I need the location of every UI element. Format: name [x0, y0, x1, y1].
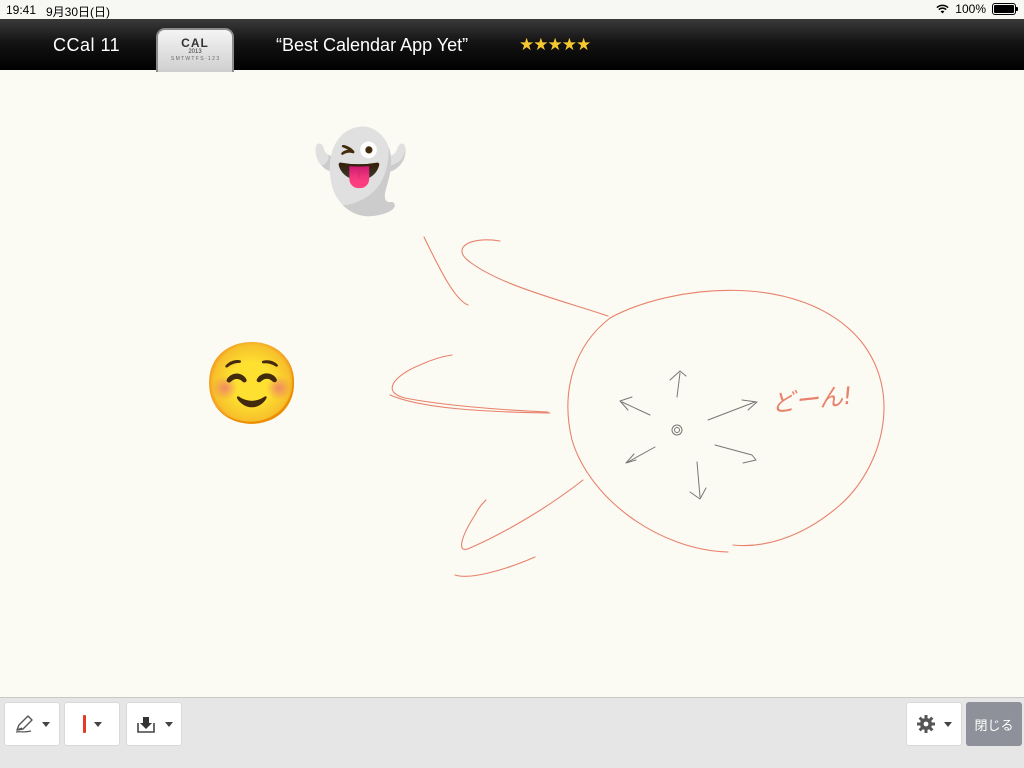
gear-icon	[917, 715, 935, 733]
ad-app-name[interactable]: CCal 11	[53, 35, 120, 56]
chevron-down-icon	[944, 721, 952, 727]
star-rating: ★★★★★	[519, 35, 591, 54]
doon-handwriting: どーん!	[770, 382, 854, 418]
status-time: 19:41	[6, 3, 37, 17]
arrow-down-left-stroke	[625, 446, 656, 464]
chevron-down-icon	[42, 721, 50, 727]
save-export-button[interactable]	[126, 702, 182, 746]
pencil-icon	[15, 715, 33, 733]
status-right: 100%	[936, 2, 1018, 16]
calendar-icon-label: CAL	[181, 36, 209, 50]
pen-color-swatch	[82, 715, 86, 733]
ad-banner[interactable]: CCal 11 CAL 2013 S M T W T F S · 1 2 3 “…	[0, 19, 1024, 72]
freehand-drawing: どーん!	[389, 236, 885, 577]
download-tray-icon	[137, 717, 155, 733]
wifi-icon	[936, 4, 949, 14]
close-button[interactable]: 閉じる	[966, 702, 1022, 746]
body-circle-lower-stroke	[567, 317, 729, 553]
bottom-toolbar: 閉じる	[0, 697, 1024, 768]
arrow-down-stroke	[689, 461, 707, 500]
chevron-down-icon	[165, 721, 173, 727]
chevron-down-icon	[93, 721, 102, 727]
body-circle-stroke	[609, 289, 885, 547]
arrow-right-stroke	[707, 399, 758, 421]
calendar-icon-grid: S M T W T F S · 1 2 3	[170, 56, 220, 62]
pen-tool-button[interactable]	[4, 702, 60, 746]
upper-fin-stroke	[423, 236, 609, 317]
center-scribble	[671, 424, 683, 436]
settings-button[interactable]	[906, 702, 962, 746]
color-picker-button[interactable]	[64, 702, 120, 746]
calendar-icon-year: 2013	[188, 49, 202, 55]
arrow-left-stroke	[619, 396, 651, 416]
arrow-up-stroke	[669, 370, 687, 398]
drawing-canvas[interactable]: 👻 ☺️ どーん!	[0, 70, 1024, 697]
ad-tagline[interactable]: “Best Calendar App Yet”	[276, 35, 468, 56]
calendar-app-icon[interactable]: CAL 2013 S M T W T F S · 1 2 3	[156, 28, 234, 72]
lower-fin-stroke	[454, 479, 584, 577]
battery-percent: 100%	[955, 2, 986, 16]
status-bar: 19:41 9月30日(日) 100%	[0, 0, 1024, 19]
middle-fin-stroke	[389, 354, 551, 414]
battery-icon	[992, 3, 1018, 15]
status-date: 9月30日(日)	[46, 5, 111, 19]
arrow-down-right-stroke	[714, 444, 757, 464]
